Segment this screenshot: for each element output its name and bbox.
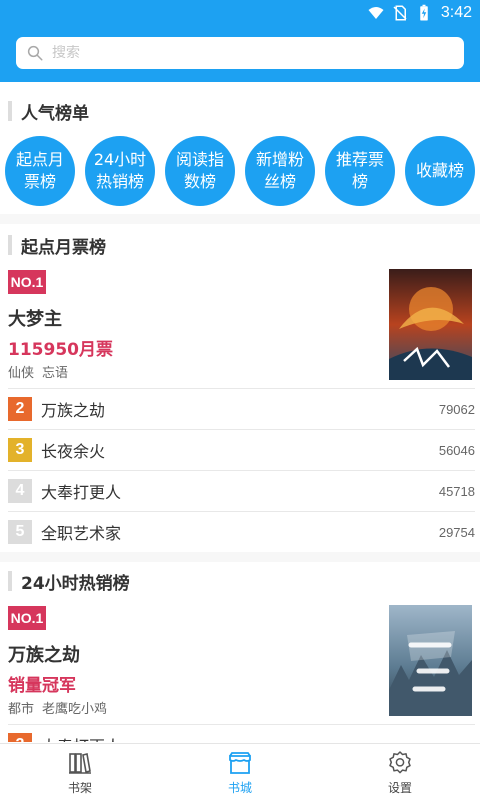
gear-icon (389, 750, 411, 773)
section-marker (8, 101, 12, 121)
list-item[interactable]: 2 万族之劫 79062 (8, 388, 475, 429)
hot24-title: 24小时热销榜 (21, 573, 130, 594)
button-label: 新增粉丝榜 (255, 150, 304, 191)
rank-number: 2 (8, 397, 32, 421)
recommend-ticket-list-button[interactable]: 推荐票榜 (325, 136, 395, 206)
list-item[interactable]: 3 长夜余火 56046 (8, 429, 475, 470)
tab-label: 设置 (387, 780, 412, 795)
battery-charging-icon (420, 4, 428, 21)
button-label: 收藏榜 (415, 161, 464, 180)
bottom-tab-bar: 书架 书城 设置 (0, 743, 480, 800)
tab-label: 书城 (227, 780, 252, 795)
bookstore-content[interactable]: 人气榜单 起点月票榜 24小时热销榜 阅读指数榜 新增粉丝榜 推荐票榜 收藏榜 … (0, 82, 480, 742)
rank-number: 5 (8, 520, 32, 544)
ticket-count: 45718 (438, 483, 475, 499)
ticket-count: 29754 (438, 524, 475, 540)
status-time: 3:42 (440, 4, 472, 21)
button-label: 24小时热销榜 (93, 150, 147, 191)
tab-settings[interactable]: 设置 (340, 744, 460, 800)
tab-bookshelf[interactable]: 书架 (20, 744, 140, 800)
tab-bookstore[interactable]: 书城 (180, 744, 300, 800)
new-fans-list-button[interactable]: 新增粉丝榜 (245, 136, 315, 206)
app-header: 3:42 (0, 0, 480, 82)
bookshelf-icon (69, 752, 91, 774)
section-divider (0, 214, 480, 224)
top-book-meta: 都市 老鹰吃小鸡 (8, 698, 107, 717)
genre-label: 仙侠 (8, 366, 35, 381)
popular-list-buttons: 起点月票榜 24小时热销榜 阅读指数榜 新增粉丝榜 推荐票榜 收藏榜 (0, 136, 480, 206)
button-label: 阅读指数榜 (175, 150, 224, 191)
book-title: 万族之劫 (41, 401, 106, 420)
ticket-count: 56046 (438, 442, 475, 458)
section-marker (8, 235, 12, 255)
rank-number: 4 (8, 479, 32, 503)
book-title: 大奉打更人 (41, 733, 475, 742)
button-label: 推荐票榜 (335, 150, 384, 191)
search-input[interactable] (52, 45, 452, 61)
hot-24h-list-button[interactable]: 24小时热销榜 (85, 136, 155, 206)
store-icon (229, 751, 251, 774)
author-label: 老鹰吃小鸡 (42, 702, 108, 717)
tab-label: 书架 (67, 780, 92, 795)
section-marker (8, 571, 12, 591)
rank-number: 3 (8, 438, 32, 462)
list-item[interactable]: 2 大奉打更人 (8, 724, 475, 742)
search-bar[interactable] (16, 37, 464, 69)
author-label: 忘语 (42, 366, 69, 381)
hot24-section-title: 24小时热销榜 (8, 570, 130, 594)
popular-title: 人气榜单 (21, 103, 89, 124)
search-icon (27, 45, 43, 61)
book-cover-image (389, 269, 472, 380)
top-book-title[interactable]: 大梦主 (8, 305, 62, 331)
book-cover[interactable] (389, 269, 472, 380)
popular-section-title: 人气榜单 (8, 100, 89, 124)
top-book-tickets: 115950月票 (8, 340, 113, 360)
no-sim-icon (393, 5, 407, 21)
book-title: 长夜余火 (41, 442, 106, 461)
wifi-icon (368, 7, 384, 19)
rank-number: 2 (8, 733, 32, 742)
genre-label: 都市 (8, 702, 35, 717)
monthly-ticket-list-button[interactable]: 起点月票榜 (5, 136, 75, 206)
ticket-count: 79062 (438, 401, 475, 417)
section-divider (0, 552, 480, 562)
monthly-section-title: 起点月票榜 (8, 234, 106, 258)
status-bar: 3:42 (367, 0, 472, 26)
list-item[interactable]: 5 全职艺术家 29754 (8, 511, 475, 552)
favorites-list-button[interactable]: 收藏榜 (405, 136, 475, 206)
monthly-title: 起点月票榜 (21, 237, 106, 258)
book-title: 大奉打更人 (41, 483, 122, 502)
no1-badge: NO.1 (8, 606, 46, 630)
list-item[interactable]: 4 大奉打更人 45718 (8, 470, 475, 511)
book-title: 全职艺术家 (41, 524, 122, 543)
top-book-sales: 销量冠军 (8, 676, 76, 696)
book-cover[interactable] (389, 605, 472, 716)
book-cover-image (389, 605, 472, 716)
top-book-meta: 仙侠 忘语 (8, 362, 68, 381)
button-label: 起点月票榜 (15, 150, 64, 191)
reading-index-list-button[interactable]: 阅读指数榜 (165, 136, 235, 206)
top-book-title[interactable]: 万族之劫 (8, 641, 80, 667)
no1-badge: NO.1 (8, 270, 46, 294)
